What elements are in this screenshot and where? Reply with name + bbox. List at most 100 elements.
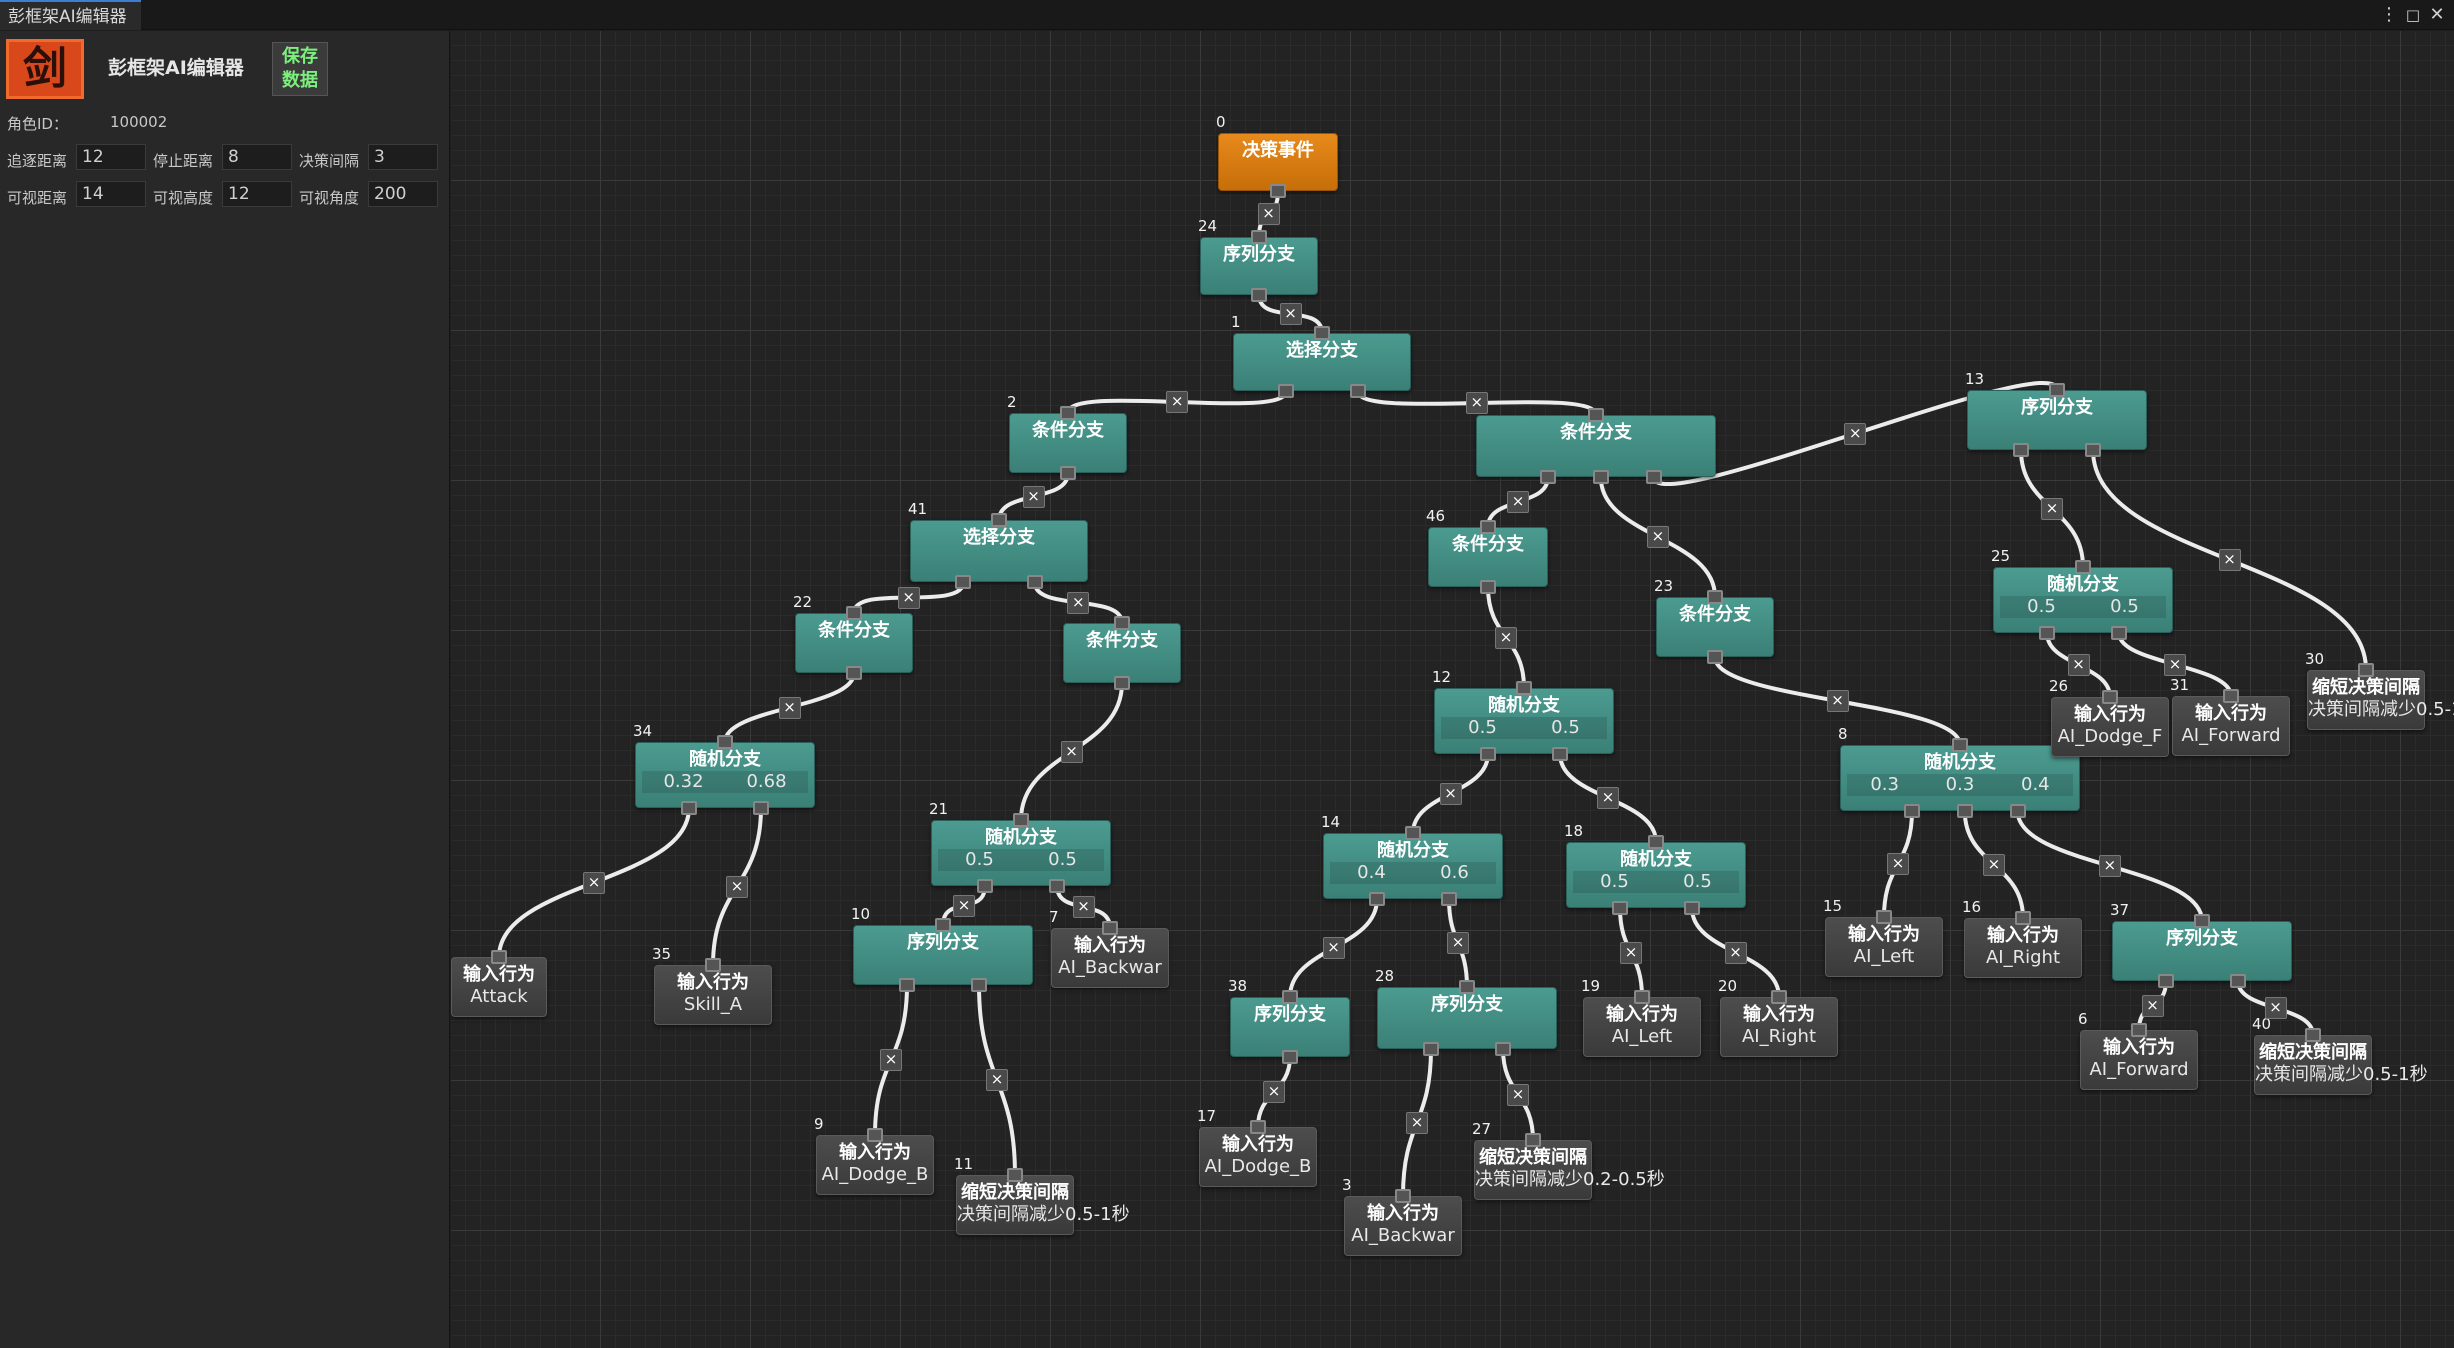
close-icon[interactable]: ✕ — [2426, 0, 2448, 30]
delete-connection-button[interactable]: × — [1067, 591, 1090, 614]
node-31[interactable]: 输入行为 AI_Forward — [2172, 696, 2290, 756]
input-port[interactable] — [1516, 681, 1532, 695]
output-port[interactable] — [2158, 974, 2174, 988]
output-port[interactable] — [1282, 1050, 1298, 1064]
output-port[interactable] — [1480, 580, 1496, 594]
input-port[interactable] — [991, 513, 1007, 527]
view-angle-field[interactable]: 200 — [368, 181, 438, 207]
node-9[interactable]: 输入行为 AI_Dodge_B — [816, 1135, 934, 1195]
node-17[interactable]: 输入行为 AI_Dodge_B — [1199, 1127, 1317, 1187]
node-14[interactable]: 随机分支 0.4 0.6 — [1323, 833, 1503, 899]
delete-connection-button[interactable]: × — [1507, 1083, 1529, 1106]
output-port[interactable] — [899, 978, 915, 992]
output-port[interactable] — [1278, 384, 1295, 398]
node-2[interactable]: 条件分支 — [1009, 413, 1127, 473]
delete-connection-button[interactable]: × — [1724, 941, 1747, 964]
delete-connection-button[interactable]: × — [986, 1069, 1008, 1091]
node-38[interactable]: 序列分支 — [1230, 997, 1350, 1057]
input-port[interactable] — [1459, 980, 1475, 994]
output-port[interactable] — [1592, 470, 1609, 484]
output-port[interactable] — [955, 575, 972, 589]
chase-distance-field[interactable]: 12 — [76, 144, 146, 170]
stop-distance-field[interactable]: 8 — [222, 144, 292, 170]
output-port[interactable] — [1540, 470, 1556, 484]
input-port[interactable] — [1525, 1133, 1541, 1147]
node-41[interactable]: 选择分支 — [910, 520, 1088, 582]
output-port[interactable] — [1026, 575, 1043, 589]
input-port[interactable] — [1102, 921, 1118, 935]
node-21[interactable]: 随机分支 0.5 0.5 — [931, 820, 1111, 886]
input-port[interactable] — [491, 950, 507, 964]
node-30[interactable]: 缩短决策间隔决策间隔减少0.5-1秒 — [2307, 670, 2454, 730]
delete-connection-button[interactable]: × — [1279, 303, 1302, 325]
node-24[interactable]: 序列分支 — [1200, 237, 1318, 295]
output-port[interactable] — [1495, 1042, 1511, 1056]
output-port[interactable] — [2230, 974, 2246, 988]
input-port[interactable] — [2075, 560, 2091, 574]
output-port[interactable] — [1904, 804, 1920, 818]
output-port[interactable] — [1956, 804, 1973, 818]
weight-value[interactable]: 0.5 — [1551, 717, 1580, 739]
output-port[interactable] — [1349, 384, 1366, 398]
output-port[interactable] — [1251, 288, 1267, 302]
input-port[interactable] — [1251, 230, 1267, 244]
delete-connection-button[interactable]: × — [2264, 997, 2287, 1019]
output-port[interactable] — [971, 978, 987, 992]
delete-connection-button[interactable]: × — [2067, 654, 2090, 676]
input-port[interactable] — [2305, 1028, 2321, 1042]
input-port[interactable] — [1282, 990, 1298, 1004]
delete-connection-button[interactable]: × — [1620, 941, 1642, 964]
input-port[interactable] — [2131, 1023, 2147, 1037]
weight-value[interactable]: 0.4 — [2021, 774, 2050, 796]
input-port[interactable] — [1648, 835, 1664, 849]
output-port[interactable] — [1612, 901, 1628, 915]
weight-value[interactable]: 0.5 — [2110, 596, 2139, 618]
node-18[interactable]: 随机分支 0.5 0.5 — [1566, 842, 1746, 908]
weight-value[interactable]: 0.5 — [965, 849, 994, 871]
delete-connection-button[interactable]: × — [2041, 497, 2063, 520]
output-port[interactable] — [2039, 626, 2055, 640]
weight-value[interactable]: 0.5 — [1048, 849, 1077, 871]
input-port[interactable] — [1060, 406, 1076, 420]
node-34[interactable]: 随机分支 0.32 0.68 — [635, 742, 815, 808]
input-port[interactable] — [846, 606, 862, 620]
delete-connection-button[interactable]: × — [1439, 782, 1462, 805]
node-16[interactable]: 输入行为 AI_Right — [1964, 918, 2082, 978]
output-port[interactable] — [1369, 892, 1385, 906]
node-46[interactable]: 条件分支 — [1428, 527, 1548, 587]
node-37[interactable]: 序列分支 — [2112, 921, 2292, 981]
delete-connection-button[interactable]: × — [1257, 203, 1280, 225]
node-28[interactable]: 序列分支 — [1377, 987, 1557, 1049]
node-6[interactable]: 输入行为 AI_Forward — [2080, 1030, 2198, 1090]
input-port[interactable] — [717, 735, 733, 749]
delete-connection-button[interactable]: × — [1646, 526, 1669, 548]
delete-connection-button[interactable]: × — [1072, 896, 1095, 918]
node-13[interactable]: 序列分支 — [1967, 390, 2147, 450]
graph-canvas[interactable]: 决策事件 0 序列分支 24 选择分支 1 条件分支 2 条件分支 序列分支 13 选择分支 41 条件分… — [451, 31, 2454, 1348]
view-distance-field[interactable]: 14 — [76, 181, 146, 207]
input-port[interactable] — [1634, 990, 1650, 1004]
delete-connection-button[interactable]: × — [2218, 549, 2241, 571]
input-port[interactable] — [1707, 590, 1723, 604]
node-unnumbered-11[interactable]: 条件分支 — [1063, 623, 1181, 683]
decision-interval-field[interactable]: 3 — [368, 144, 438, 170]
output-port[interactable] — [1552, 747, 1568, 761]
delete-connection-button[interactable]: × — [1406, 1111, 1428, 1134]
node-0[interactable]: 决策事件 — [1218, 133, 1338, 191]
node-7[interactable]: 输入行为 AI_Backwar — [1051, 928, 1169, 988]
output-port[interactable] — [1049, 879, 1065, 893]
input-port[interactable] — [705, 958, 721, 972]
input-port[interactable] — [2102, 690, 2118, 704]
delete-connection-button[interactable]: × — [1060, 740, 1083, 763]
delete-connection-button[interactable]: × — [1447, 932, 1469, 954]
input-port[interactable] — [2358, 663, 2374, 677]
output-port[interactable] — [846, 666, 862, 680]
output-port[interactable] — [977, 879, 993, 893]
output-port[interactable] — [681, 801, 697, 815]
node-3[interactable]: 输入行为 AI_Backwar — [1344, 1196, 1462, 1256]
delete-connection-button[interactable]: × — [1844, 422, 1867, 445]
save-button[interactable]: 保存 数据 — [272, 42, 328, 96]
weight-value[interactable]: 0.3 — [1870, 774, 1899, 796]
output-port[interactable] — [1707, 650, 1723, 664]
output-port[interactable] — [2009, 804, 2026, 818]
